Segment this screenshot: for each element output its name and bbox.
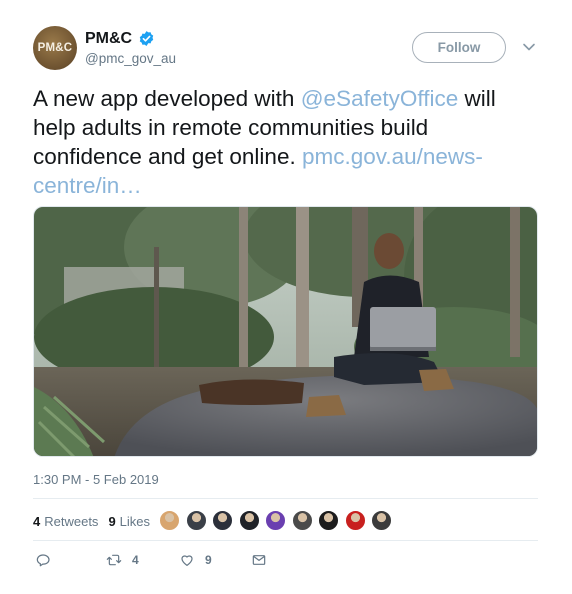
- liker-avatar[interactable]: [371, 510, 392, 531]
- reply-button[interactable]: [35, 552, 61, 568]
- liker-avatar[interactable]: [291, 510, 313, 531]
- retweet-count: 4: [132, 553, 139, 567]
- likes-count: 9: [108, 513, 116, 529]
- tweet-photo[interactable]: [33, 206, 538, 457]
- mention-link[interactable]: @eSafetyOffice: [301, 86, 459, 111]
- verified-badge-icon: [139, 31, 154, 46]
- avatar[interactable]: PM&C: [33, 26, 77, 70]
- photo-man-with-laptop-in-bushland-icon: [34, 207, 537, 456]
- tweet-text-part: A new app developed with: [33, 86, 301, 111]
- retweet-button[interactable]: 4: [106, 552, 139, 568]
- liker-facepile: [159, 510, 398, 531]
- like-count: 9: [205, 553, 212, 567]
- retweets-count: 4: [33, 513, 41, 529]
- liker-avatar[interactable]: [185, 510, 207, 531]
- display-name[interactable]: PM&C: [85, 30, 132, 48]
- likes-label: Likes: [119, 513, 151, 529]
- engagement-stats: 4 Retweets 9 Likes: [33, 509, 160, 533]
- divider: [33, 540, 538, 541]
- divider: [33, 498, 538, 499]
- chevron-down-icon[interactable]: [522, 40, 536, 54]
- like-button[interactable]: 9: [179, 552, 212, 568]
- liker-avatar[interactable]: [318, 510, 339, 531]
- envelope-icon: [252, 555, 266, 565]
- follow-button[interactable]: Follow: [412, 32, 506, 63]
- retweets-stat[interactable]: 4 Retweets: [33, 514, 98, 529]
- liker-avatar[interactable]: [159, 510, 180, 531]
- tweet-card: PM&C PM&C @pmc_gov_au Follow A new app d…: [0, 0, 572, 594]
- tweet-text: A new app developed with @eSafetyOffice …: [33, 84, 533, 200]
- liker-avatar[interactable]: [238, 510, 260, 531]
- retweet-icon: [106, 554, 122, 566]
- liker-avatar[interactable]: [212, 510, 233, 531]
- action-bar: 4 9: [33, 552, 293, 574]
- heart-icon: [181, 555, 193, 566]
- reply-icon: [36, 554, 50, 567]
- retweets-label: Retweets: [44, 513, 99, 529]
- liker-avatar[interactable]: [265, 510, 286, 531]
- timestamp[interactable]: 1:30 PM - 5 Feb 2019: [33, 472, 159, 487]
- avatar-text: PM&C: [37, 42, 73, 54]
- likes-stat[interactable]: 9 Likes: [108, 514, 150, 529]
- direct-message-button[interactable]: [251, 552, 277, 568]
- liker-avatar[interactable]: [344, 510, 366, 531]
- user-handle[interactable]: @pmc_gov_au: [85, 51, 176, 66]
